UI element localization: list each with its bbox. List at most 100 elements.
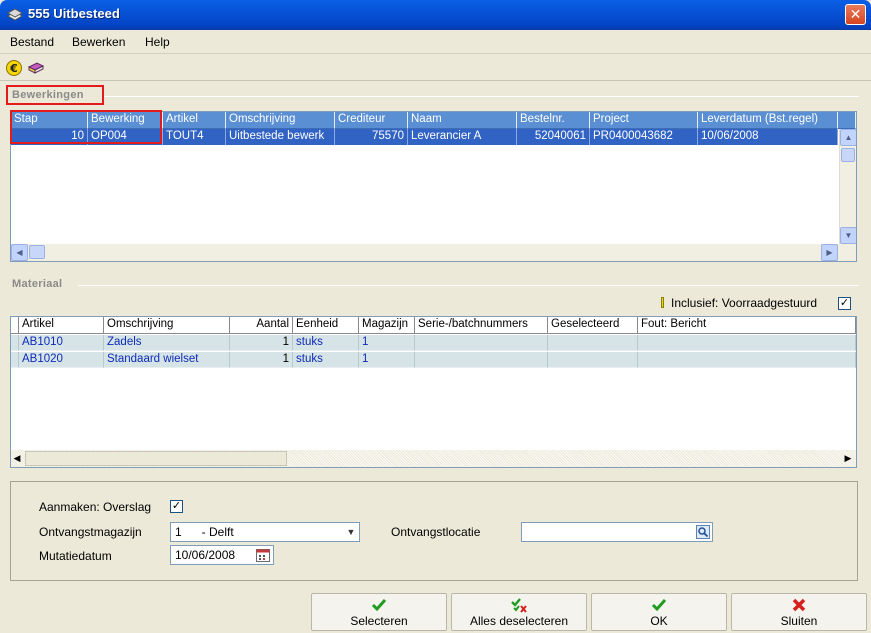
- title-bar: 555 Uitbesteed ✕: [0, 0, 871, 30]
- close-icon: [792, 598, 806, 612]
- menu-bewerken[interactable]: Bewerken: [72, 35, 125, 49]
- table-cell[interactable]: [548, 335, 638, 351]
- table-cell[interactable]: 52040061: [517, 129, 590, 145]
- scroll-up-icon[interactable]: ▲: [840, 129, 856, 146]
- bewerkingen-grid[interactable]: Stap Bewerking Artikel Omschrijving Cred…: [10, 111, 857, 262]
- table-cell[interactable]: AB1020: [19, 352, 104, 368]
- window: 555 Uitbesteed ✕ Bestand Bewerken Help €…: [0, 0, 871, 633]
- column-header-omschrijving[interactable]: Omschrijving: [226, 112, 335, 129]
- deselect-icon: [511, 598, 527, 613]
- section-divider: [104, 96, 859, 97]
- ontvangstmagazijn-select[interactable]: 1 - Delft ▼: [170, 522, 360, 542]
- scroll-left-icon[interactable]: ◀: [11, 453, 23, 465]
- ok-button[interactable]: OK: [591, 593, 727, 631]
- scroll-left-icon[interactable]: ◀: [11, 244, 28, 261]
- check-icon: [371, 599, 387, 612]
- table-cell[interactable]: AB1010: [19, 335, 104, 351]
- mutatiedatum-value: 10/06/2008: [175, 548, 236, 562]
- table-cell[interactable]: OP004: [88, 129, 163, 145]
- column-header-magazijn[interactable]: Magazijn: [359, 317, 415, 334]
- table-cell[interactable]: 1: [359, 335, 415, 351]
- section-divider: [78, 285, 859, 286]
- table-cell[interactable]: [638, 335, 856, 351]
- table-cell[interactable]: [415, 352, 548, 368]
- scroll-right-icon[interactable]: ▶: [842, 453, 854, 465]
- svg-text:€: €: [9, 62, 18, 75]
- inclusief-checkbox[interactable]: ✓: [838, 297, 851, 310]
- mutatiedatum-label: Mutatiedatum: [39, 549, 112, 563]
- close-button[interactable]: ✕: [845, 4, 866, 25]
- column-header-geselecteerd[interactable]: Geselecteerd: [548, 317, 638, 334]
- menu-bar: Bestand Bewerken Help: [0, 30, 871, 54]
- alles-deselecteren-button[interactable]: Alles deselecteren: [451, 593, 587, 631]
- table-cell[interactable]: Uitbestede bewerk: [226, 129, 335, 145]
- table-cell[interactable]: Leverancier A: [408, 129, 517, 145]
- table-cell[interactable]: PR0400043682: [590, 129, 698, 145]
- euro-icon[interactable]: €: [5, 59, 23, 77]
- menu-bestand[interactable]: Bestand: [10, 35, 54, 49]
- column-header-crediteur[interactable]: Crediteur: [335, 112, 408, 129]
- column-header-stap[interactable]: Stap: [11, 112, 88, 129]
- table-cell[interactable]: Zadels: [104, 335, 230, 351]
- materiaal-section-label: Materiaal: [10, 278, 65, 290]
- ontvangstmagazijn-value: 1 - Delft: [175, 525, 234, 539]
- lookup-icon[interactable]: [696, 525, 710, 539]
- options-panel: Aanmaken: Overslag ✓ Ontvangstmagazijn 1…: [10, 481, 858, 581]
- selecteren-button[interactable]: Selecteren: [311, 593, 447, 631]
- chevron-down-icon[interactable]: ▼: [343, 523, 359, 541]
- scroll-right-icon[interactable]: ▶: [821, 244, 838, 261]
- book-icon[interactable]: [27, 59, 45, 77]
- check-icon: [651, 599, 667, 612]
- alles-deselecteren-label: Alles deselecteren: [469, 614, 569, 628]
- column-header-bewerking[interactable]: Bewerking: [88, 112, 163, 129]
- menu-help[interactable]: Help: [145, 35, 170, 49]
- indicator-icon: [661, 297, 664, 308]
- ontvangstmagazijn-label: Ontvangstmagazijn: [39, 525, 142, 539]
- scroll-thumb[interactable]: [25, 451, 287, 466]
- mutatiedatum-input[interactable]: 10/06/2008: [170, 545, 274, 565]
- calendar-icon[interactable]: [256, 549, 270, 562]
- ok-label: OK: [650, 614, 668, 628]
- row-header: [11, 317, 19, 334]
- selecteren-label: Selecteren: [350, 614, 408, 628]
- table-cell[interactable]: [415, 335, 548, 351]
- table-cell[interactable]: 1: [230, 335, 293, 351]
- scroll-down-icon[interactable]: ▼: [840, 227, 856, 244]
- sluiten-label: Sluiten: [780, 614, 818, 628]
- horizontal-scrollbar[interactable]: ◀ ▶: [11, 450, 856, 467]
- column-header-fout[interactable]: Fout: Bericht: [638, 317, 856, 334]
- column-header-project[interactable]: Project: [590, 112, 698, 129]
- horizontal-scrollbar[interactable]: ◀ ▶: [11, 244, 856, 261]
- column-header-artikel[interactable]: Artikel: [19, 317, 104, 334]
- table-cell[interactable]: Standaard wielset: [104, 352, 230, 368]
- column-header-aantal[interactable]: Aantal: [230, 317, 293, 334]
- table-cell: [11, 335, 19, 351]
- table-cell[interactable]: [548, 352, 638, 368]
- column-header-filler: [838, 112, 856, 129]
- column-header-eenheid[interactable]: Eenheid: [293, 317, 359, 334]
- table-cell[interactable]: TOUT4: [163, 129, 226, 145]
- materiaal-grid[interactable]: Artikel Omschrijving Aantal Eenheid Maga…: [10, 316, 857, 468]
- table-cell[interactable]: 10/06/2008: [698, 129, 838, 145]
- ontvangstlocatie-input[interactable]: [521, 522, 713, 542]
- scroll-thumb[interactable]: [29, 245, 45, 259]
- table-cell[interactable]: 1: [230, 352, 293, 368]
- aanmaken-checkbox[interactable]: ✓: [170, 500, 183, 513]
- vertical-scrollbar[interactable]: ▲ ▼: [839, 129, 856, 244]
- table-cell[interactable]: 75570: [335, 129, 408, 145]
- column-header-artikel[interactable]: Artikel: [163, 112, 226, 129]
- column-header-bestelnr[interactable]: Bestelnr.: [517, 112, 590, 129]
- bewerkingen-section-label: Bewerkingen: [10, 89, 86, 101]
- sluiten-button[interactable]: Sluiten: [731, 593, 867, 631]
- table-cell[interactable]: stuks: [293, 335, 359, 351]
- aanmaken-label: Aanmaken: Overslag: [39, 500, 152, 514]
- table-cell[interactable]: [638, 352, 856, 368]
- table-cell[interactable]: stuks: [293, 352, 359, 368]
- column-header-leverdatum[interactable]: Leverdatum (Bst.regel): [698, 112, 838, 129]
- column-header-omschrijving[interactable]: Omschrijving: [104, 317, 230, 334]
- column-header-serie[interactable]: Serie-/batchnummers: [415, 317, 548, 334]
- table-cell[interactable]: 10: [11, 129, 88, 145]
- table-cell[interactable]: 1: [359, 352, 415, 368]
- scroll-thumb[interactable]: [841, 148, 855, 162]
- column-header-naam[interactable]: Naam: [408, 112, 517, 129]
